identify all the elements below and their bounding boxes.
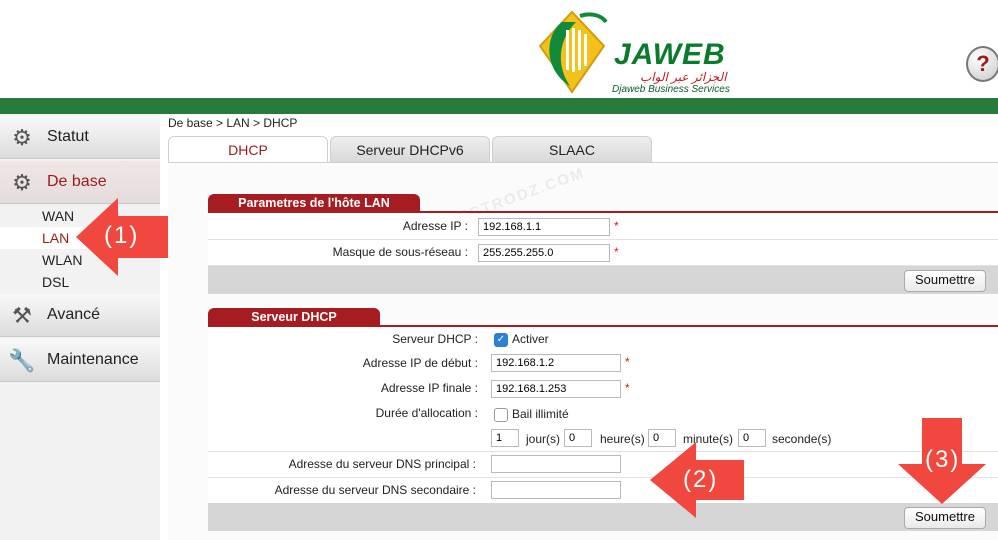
dhcp-enable-label: Activer — [512, 332, 549, 346]
sidebar-item-label: De base — [47, 173, 107, 190]
callout-label-1: (1) — [104, 222, 140, 249]
required-mark: * — [614, 245, 619, 259]
gear-icon: ⚙ — [12, 170, 32, 195]
help-icon[interactable]: ? — [966, 46, 998, 82]
required-mark: * — [625, 381, 630, 395]
tab-dhcp[interactable]: DHCP — [168, 136, 328, 164]
required-mark: * — [614, 219, 619, 233]
unlimited-lease-checkbox[interactable] — [494, 408, 508, 422]
callout-label-3: (3) — [925, 446, 961, 473]
section-rule — [208, 211, 998, 213]
sidebar-item-statut[interactable]: ⚙ Statut — [0, 116, 160, 159]
ip-address-input[interactable] — [478, 218, 610, 236]
subnet-mask-label: Masque de sous-réseau : — [332, 245, 468, 259]
seconds-unit: seconde(s) — [772, 432, 832, 446]
status-icon: ⚙ — [12, 125, 32, 150]
start-ip-label: Adresse IP de début : — [362, 356, 478, 370]
submit-button-lan[interactable]: Soumettre — [904, 270, 986, 292]
subnet-mask-input[interactable] — [478, 244, 610, 262]
submit-bar — [208, 503, 998, 531]
sidebar-item-label: Maintenance — [47, 351, 139, 368]
dns-primary-label: Adresse du serveur DNS principal : — [288, 457, 476, 471]
dhcp-server-label: Serveur DHCP : — [392, 332, 478, 346]
end-ip-label: Adresse IP finale : — [380, 381, 478, 395]
dhcp-enable-checkbox[interactable]: ✓ — [494, 333, 508, 347]
tools-icon: ⚒ — [12, 303, 32, 328]
header — [0, 0, 998, 98]
wrench-icon: 🔧 — [8, 348, 36, 373]
days-unit: jour(s) — [526, 432, 561, 446]
sidebar-item-maintenance[interactable]: 🔧 Maintenance — [0, 339, 160, 382]
end-ip-input[interactable] — [491, 380, 621, 398]
callout-label-2: (2) — [683, 466, 719, 493]
required-mark: * — [625, 355, 630, 369]
ip-address-label: Adresse IP : — [402, 219, 468, 233]
brand-subtitle: Djaweb Business Services — [612, 84, 730, 95]
submit-bar — [208, 266, 998, 294]
tab-slaac[interactable]: SLAAC — [492, 136, 652, 163]
tab-serveur-dhcpv6[interactable]: Serveur DHCPv6 — [330, 136, 490, 163]
brand-arabic-text: الجزائر عبر الواب — [640, 70, 727, 84]
brand-name: JAWEB — [614, 38, 726, 71]
lease-days-input[interactable] — [491, 429, 519, 447]
section-title-dhcp-server: Serveur DHCP — [208, 308, 380, 326]
header-green-bar — [0, 98, 998, 114]
sidebar: ⚙ Statut ⚙ De base WAN LAN WLAN DSL ⚒ Av… — [0, 114, 160, 540]
sidebar-item-avance[interactable]: ⚒ Avancé — [0, 294, 160, 337]
hours-unit: heure(s) — [600, 432, 645, 446]
unlimited-lease-label: Bail illimité — [512, 407, 569, 421]
start-ip-input[interactable] — [491, 354, 621, 372]
row-dhcp-server: Serveur DHCP : — [208, 327, 998, 353]
sidebar-subitem-label: WAN — [42, 208, 75, 224]
sidebar-subitem-label: DSL — [42, 274, 70, 290]
sidebar-item-label: Avancé — [47, 306, 101, 323]
sidebar-subitem-label: LAN — [42, 230, 70, 246]
section-title-lan-host: Parametres de l'hôte LAN — [208, 194, 420, 212]
sidebar-item-label: Statut — [47, 128, 89, 145]
dns-secondary-input[interactable] — [491, 481, 621, 499]
row-lease-duration: Durée d'allocation : — [208, 401, 998, 427]
submit-button-dhcp[interactable]: Soumettre — [904, 507, 986, 529]
jaweb-logo-icon — [538, 10, 608, 94]
lease-duration-label: Durée d'allocation : — [375, 406, 478, 420]
lease-hours-input[interactable] — [564, 429, 592, 447]
breadcrumb: De base > LAN > DHCP — [168, 116, 298, 130]
dns-primary-input[interactable] — [491, 455, 621, 473]
dns-secondary-label: Adresse du serveur DNS secondaire : — [274, 483, 476, 497]
